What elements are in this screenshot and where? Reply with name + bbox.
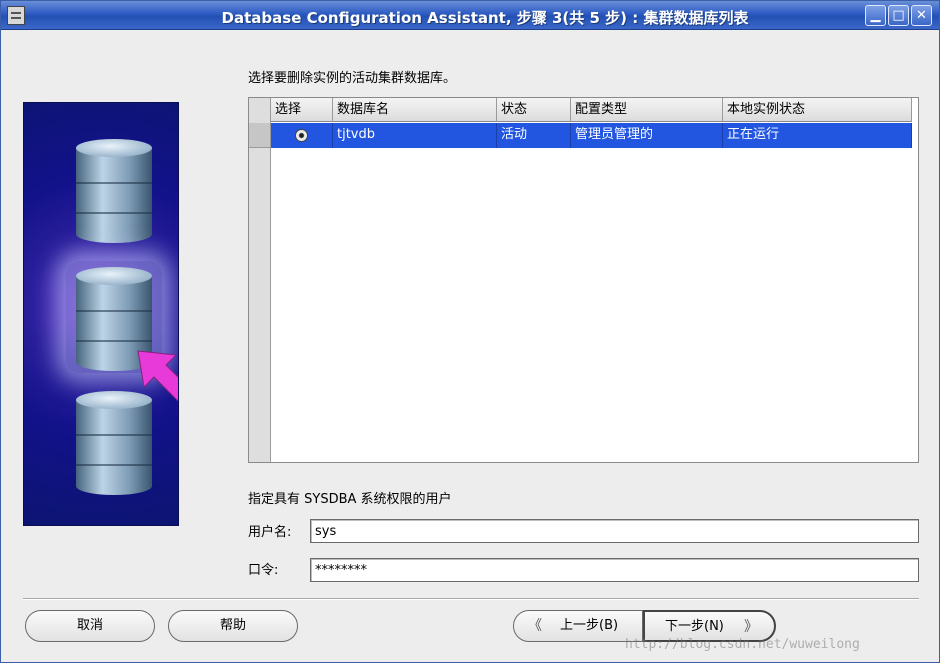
row-radio-button[interactable] — [295, 129, 308, 142]
password-input[interactable] — [310, 558, 919, 582]
close-icon: ✕ — [916, 8, 927, 23]
minimize-icon: ▁ — [870, 8, 881, 23]
cancel-button[interactable]: 取消 — [25, 610, 155, 642]
select-cell[interactable] — [271, 123, 333, 148]
table-header: 选择 数据库名 状态 配置类型 本地实例状态 — [271, 98, 912, 122]
instruction-text: 选择要删除实例的活动集群数据库。 — [248, 71, 457, 86]
minimize-button[interactable]: ▁ — [865, 5, 886, 26]
help-button[interactable]: 帮助 — [168, 610, 298, 642]
dbca-window: Database Configuration Assistant, 步骤 3(共… — [0, 0, 940, 663]
close-button[interactable]: ✕ — [911, 5, 932, 26]
username-label: 用户名: — [248, 525, 292, 540]
db-name-cell: tjtvdb — [333, 123, 497, 148]
column-header-local-instance-status[interactable]: 本地实例状态 — [723, 98, 912, 122]
cluster-database-table[interactable]: 选择 数据库名 状态 配置类型 本地实例状态 tjtvdb 活动 管理员管理的 … — [248, 97, 919, 463]
config-type-cell: 管理员管理的 — [571, 123, 723, 148]
back-button[interactable]: 《 上一步(B) — [513, 610, 643, 642]
maximize-icon: □ — [892, 8, 905, 23]
column-header-select[interactable]: 选择 — [271, 98, 333, 122]
local-instance-status-cell: 正在运行 — [723, 123, 912, 148]
column-header-db-name[interactable]: 数据库名 — [333, 98, 497, 122]
chevron-left-icon: 《 — [528, 618, 542, 634]
window-title: Database Configuration Assistant, 步骤 3(共… — [221, 9, 749, 27]
column-header-config-type[interactable]: 配置类型 — [571, 98, 723, 122]
username-input[interactable] — [310, 519, 919, 543]
maximize-button[interactable]: □ — [888, 5, 909, 26]
row-header-strip — [249, 98, 271, 462]
password-label: 口令: — [248, 563, 279, 578]
row-header-cell — [249, 123, 271, 148]
column-header-status[interactable]: 状态 — [497, 98, 571, 122]
back-button-label: 上一步(B) — [560, 618, 619, 633]
footer-divider — [23, 598, 919, 600]
database-cylinder-icon — [76, 139, 152, 243]
sysdba-section-label: 指定具有 SYSDBA 系统权限的用户 — [248, 492, 452, 507]
pointer-arrow-icon — [137, 350, 178, 402]
wizard-illustration — [23, 102, 179, 526]
table-row[interactable]: tjtvdb 活动 管理员管理的 正在运行 — [271, 123, 912, 148]
title-bar[interactable]: Database Configuration Assistant, 步骤 3(共… — [1, 1, 939, 30]
status-cell: 活动 — [497, 123, 571, 148]
watermark-text: http://blog.csdn.net/wuweilong — [625, 637, 860, 652]
